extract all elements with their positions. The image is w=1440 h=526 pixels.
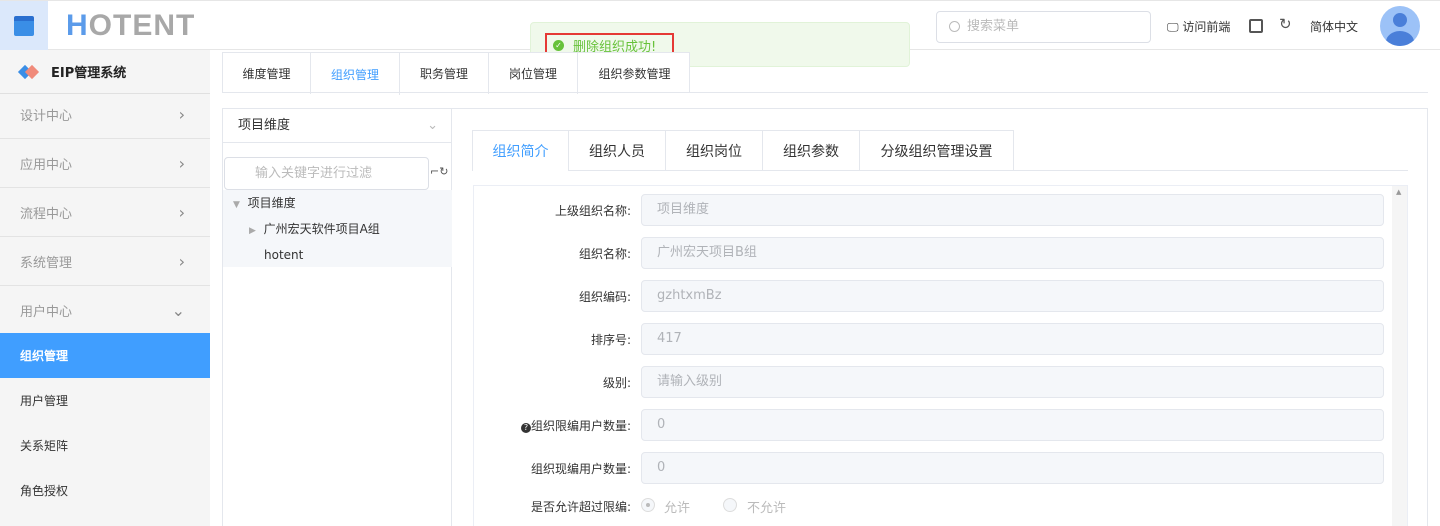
system-title-label: EIP管理系统 xyxy=(51,66,127,81)
limit-users-input[interactable]: 0 xyxy=(641,409,1384,441)
fullscreen-icon[interactable] xyxy=(1249,19,1263,33)
allow-label: 允许 xyxy=(664,501,691,516)
tab-grade-settings[interactable]: 分级组织管理设置 xyxy=(860,130,1014,170)
user-avatar[interactable] xyxy=(1380,6,1420,46)
field-label: 级别: xyxy=(602,376,631,390)
sidebar-group-design[interactable]: 设计中心 › xyxy=(0,90,210,139)
sidebar-group-system[interactable]: 系统管理 › xyxy=(0,237,210,286)
tab-job[interactable]: 职务管理 xyxy=(400,53,489,94)
divider xyxy=(222,92,1428,93)
brand-icon xyxy=(17,64,40,79)
tab-org[interactable]: 组织管理 xyxy=(311,53,400,95)
org-tree-panel: 项目维度 ⌄ 输入关键字进行过滤 ⌐↻ ▼ 项目维度 ▶ 广州宏天软件项目A组 h… xyxy=(222,108,452,526)
field-label: 组织编码: xyxy=(578,290,631,304)
visit-front-link[interactable]: 🖵 访问前端 xyxy=(1167,18,1230,35)
sidebar-group-user[interactable]: 用户中心 ⌄ xyxy=(0,286,210,335)
org-name-input[interactable]: 广州宏天项目B组 xyxy=(641,237,1384,269)
tab-org-params[interactable]: 组织参数管理 xyxy=(578,53,691,94)
tab-org-params[interactable]: 组织参数 xyxy=(763,130,860,170)
visit-front-label: 访问前端 xyxy=(1182,20,1231,34)
current-users-input[interactable]: 0 xyxy=(641,452,1384,484)
caret-right-icon: ▶ xyxy=(249,226,256,236)
tree-node[interactable]: hotent xyxy=(223,242,452,268)
level-input[interactable]: 请输入级别 xyxy=(641,366,1384,398)
allow-radio[interactable] xyxy=(641,498,655,512)
parent-org-input[interactable]: 项目维度 xyxy=(641,194,1384,226)
chevron-right-icon: › xyxy=(178,251,185,271)
chevron-right-icon: › xyxy=(178,153,185,173)
refresh-icon[interactable]: ↻ xyxy=(1279,15,1292,33)
disallow-label: 不允许 xyxy=(747,501,787,516)
tab-org-members[interactable]: 组织人员 xyxy=(569,130,666,170)
sidebar-item-matrix[interactable]: 关系矩阵 xyxy=(0,423,210,468)
chevron-right-icon: › xyxy=(178,104,185,124)
disallow-radio[interactable] xyxy=(723,498,737,512)
chevron-right-icon: › xyxy=(178,202,185,222)
field-label: 上级组织名称: xyxy=(554,204,631,218)
tab-post[interactable]: 岗位管理 xyxy=(489,53,578,94)
field-label: 组织现编用户数量: xyxy=(530,462,631,476)
tab-org-posts[interactable]: 组织岗位 xyxy=(666,130,763,170)
field-label: ? 组织限编用户数量: xyxy=(520,417,631,434)
tab-org-info[interactable]: 组织简介 xyxy=(472,130,569,171)
caret-down-icon: ▼ xyxy=(233,200,240,210)
main-tabs: 维度管理 组织管理 职务管理 岗位管理 组织参数管理 xyxy=(222,52,691,95)
dimension-select[interactable]: 项目维度 ⌄ xyxy=(223,109,452,143)
org-code-input[interactable]: gzhtxmBz xyxy=(641,280,1384,312)
system-title: EIP管理系统 xyxy=(0,50,210,94)
chevron-down-icon: ⌄ xyxy=(171,301,185,320)
field-label: 是否允许超过限编: xyxy=(530,500,631,514)
sort-order-input[interactable]: 417 xyxy=(641,323,1384,355)
form-scrollbar[interactable]: ▲ xyxy=(1392,186,1407,526)
tree-filter-input[interactable]: 输入关键字进行过滤 xyxy=(224,157,429,190)
sidebar-item-org[interactable]: 组织管理 xyxy=(0,333,210,378)
sidebar-item-roles[interactable]: 角色授权 xyxy=(0,468,210,513)
menu-search-input[interactable]: 搜索菜单 xyxy=(936,11,1151,43)
logo: HOTENT xyxy=(66,9,196,42)
tab-dimension[interactable]: 维度管理 xyxy=(223,53,311,94)
field-label: 组织名称: xyxy=(578,247,631,261)
check-circle-icon: ✓ xyxy=(553,40,564,51)
chevron-down-icon: ⌄ xyxy=(427,118,438,133)
org-info-form: 上级组织名称: 项目维度 组织名称: 广州宏天项目B组 组织编码: gzhtxmBz … xyxy=(473,185,1408,526)
menu-toggle-icon[interactable] xyxy=(0,1,48,51)
sidebar-group-app[interactable]: 应用中心 › xyxy=(0,139,210,188)
detail-tabs: 组织简介 组织人员 组织岗位 组织参数 分级组织管理设置 xyxy=(472,130,1408,171)
sidebar-group-flow[interactable]: 流程中心 › xyxy=(0,188,210,237)
expand-collapse-icon[interactable]: ⌐↻ xyxy=(430,165,448,178)
sidebar-item-users[interactable]: 用户管理 xyxy=(0,378,210,423)
sidebar: EIP管理系统 设计中心 › 应用中心 › 流程中心 › 系统管理 › 用户中心 ⌄ 组织… xyxy=(0,50,210,526)
tree-node[interactable]: ▼ 项目维度 xyxy=(223,190,452,216)
tree-node[interactable]: ▶ 广州宏天软件项目A组 xyxy=(223,216,452,242)
help-icon[interactable]: ? xyxy=(520,423,531,433)
field-label: 排序号: xyxy=(590,333,631,347)
language-select[interactable]: 简体中文 xyxy=(1310,18,1358,35)
monitor-icon: 🖵 xyxy=(1167,20,1179,34)
